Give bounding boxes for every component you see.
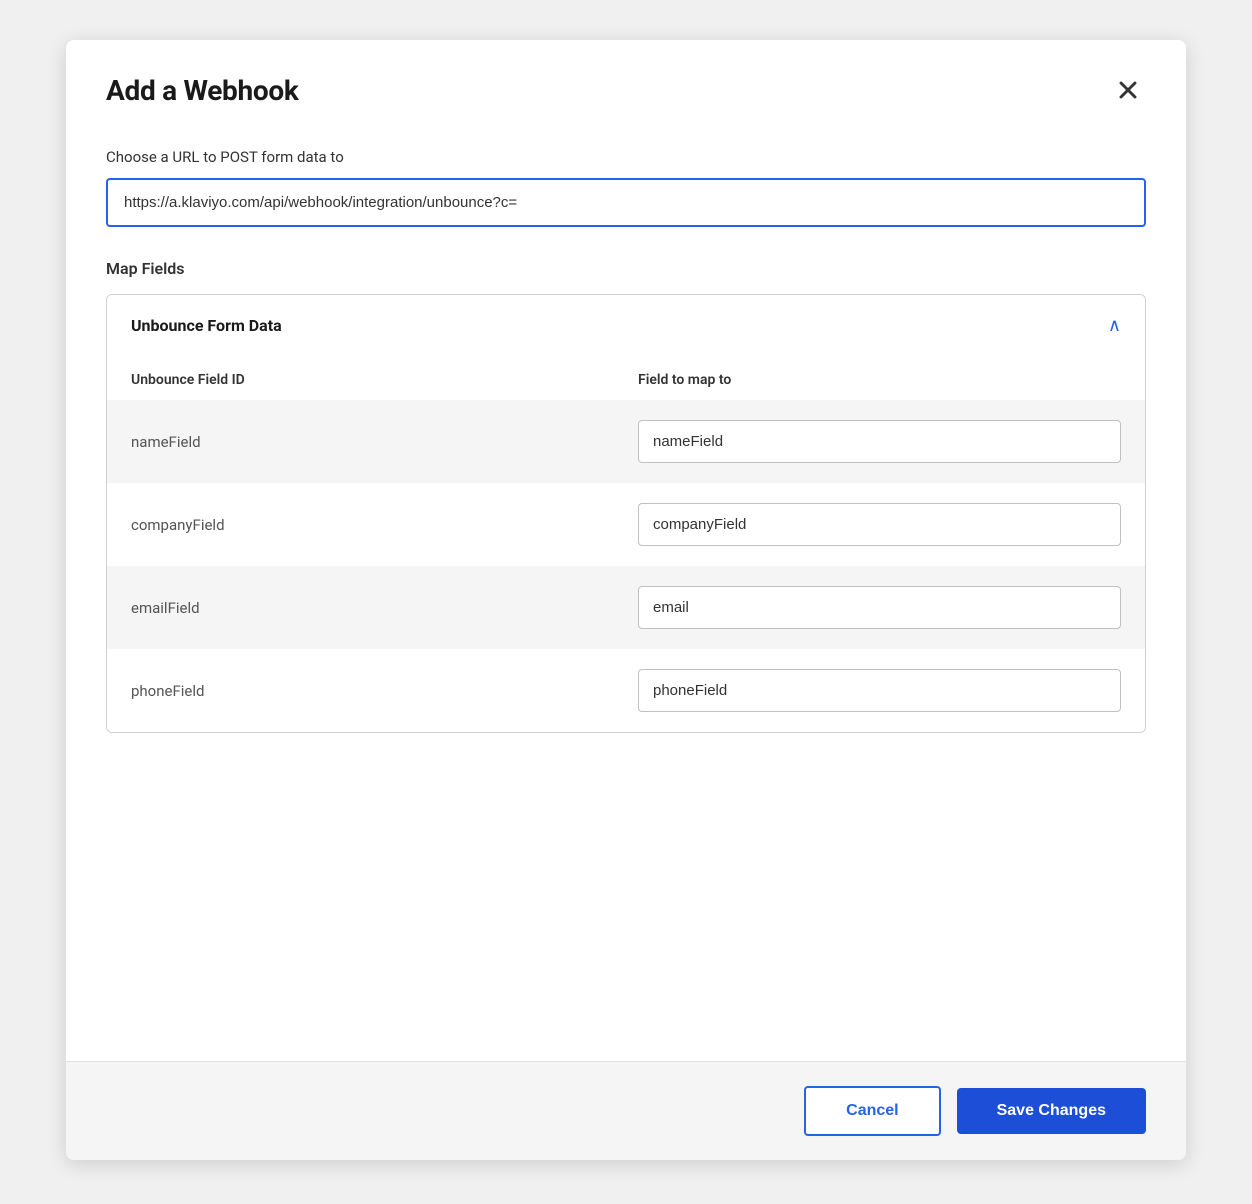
field-id-label-namefield: nameField xyxy=(131,433,614,451)
map-fields-label: Map Fields xyxy=(106,259,1146,278)
form-data-header[interactable]: Unbounce Form Data ∧ xyxy=(107,295,1145,356)
modal-title: Add a Webhook xyxy=(106,74,299,107)
field-row-emailfield: emailField xyxy=(107,566,1145,649)
field-id-label-companyfield: companyField xyxy=(131,516,614,534)
field-id-column-header: Unbounce Field ID xyxy=(131,372,614,388)
field-row-phonefield: phoneField xyxy=(107,649,1145,732)
field-id-label-emailfield: emailField xyxy=(131,599,614,617)
fields-header-row: Unbounce Field ID Field to map to xyxy=(131,356,1121,400)
field-row-companyfield: companyField xyxy=(107,483,1145,566)
field-map-input-namefield[interactable] xyxy=(638,420,1121,463)
field-id-label-phonefield: phoneField xyxy=(131,682,614,700)
form-data-title: Unbounce Form Data xyxy=(131,316,282,335)
chevron-up-icon: ∧ xyxy=(1108,315,1121,336)
modal-body: Choose a URL to POST form data to Map Fi… xyxy=(66,132,1186,1061)
field-map-input-emailfield[interactable] xyxy=(638,586,1121,629)
field-map-input-companyfield[interactable] xyxy=(638,503,1121,546)
field-row-namefield: nameField xyxy=(107,400,1145,483)
field-map-input-phonefield[interactable] xyxy=(638,669,1121,712)
modal-header: Add a Webhook xyxy=(66,40,1186,132)
modal-container: Add a Webhook Choose a URL to POST form … xyxy=(66,40,1186,1160)
field-map-column-header: Field to map to xyxy=(638,372,1121,388)
close-icon xyxy=(1114,76,1142,104)
save-changes-button[interactable]: Save Changes xyxy=(957,1088,1146,1134)
modal-overlay: Add a Webhook Choose a URL to POST form … xyxy=(0,0,1252,1204)
webhook-url-input[interactable] xyxy=(106,178,1146,227)
close-button[interactable] xyxy=(1110,72,1146,108)
url-section-label: Choose a URL to POST form data to xyxy=(106,148,1146,166)
modal-footer: Cancel Save Changes xyxy=(66,1061,1186,1160)
fields-table: Unbounce Field ID Field to map to nameFi… xyxy=(107,356,1145,732)
form-data-card: Unbounce Form Data ∧ Unbounce Field ID F… xyxy=(106,294,1146,733)
cancel-button[interactable]: Cancel xyxy=(804,1086,940,1136)
